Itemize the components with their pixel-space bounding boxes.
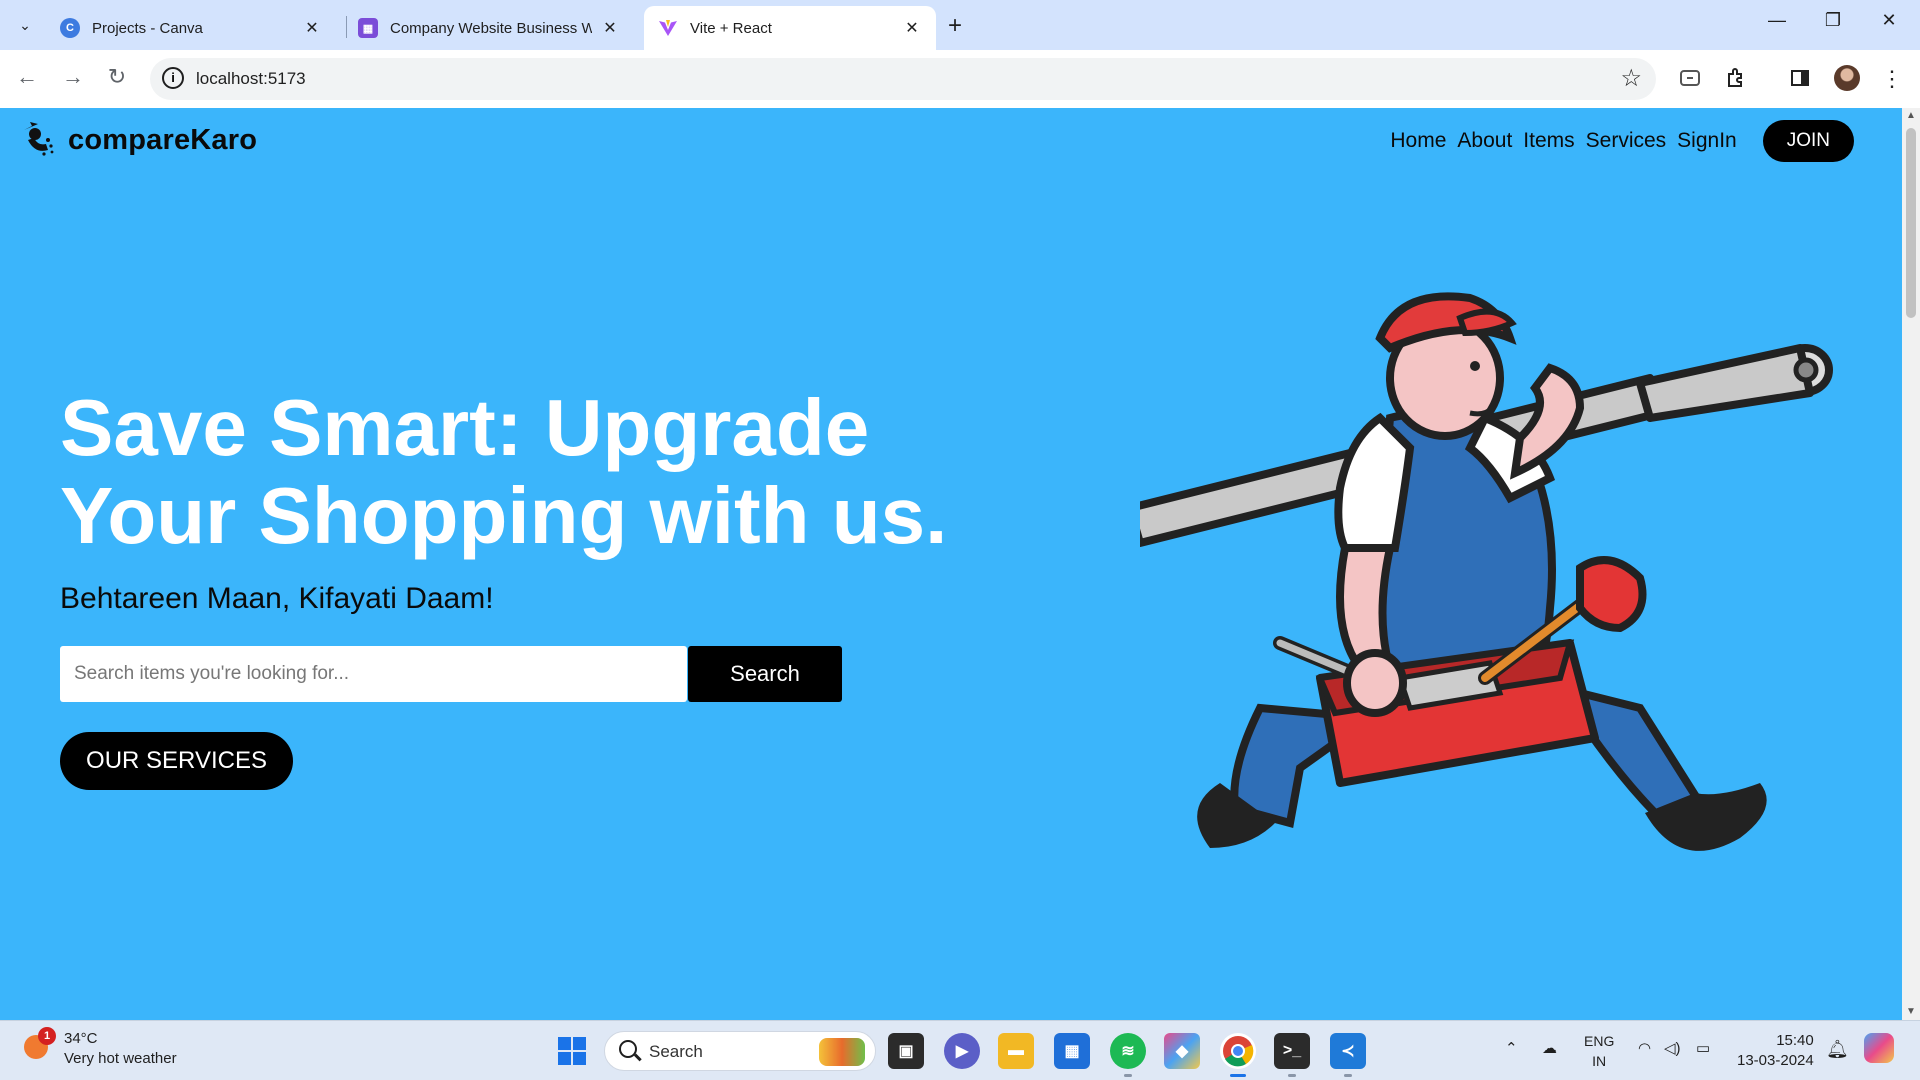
copilot-icon[interactable] bbox=[1864, 1033, 1894, 1063]
hero-title: Save Smart: Upgrade Your Shopping with u… bbox=[60, 384, 960, 560]
url-text[interactable]: localhost:5173 bbox=[196, 69, 306, 89]
canva-icon: C bbox=[60, 18, 80, 38]
windows-start-icon[interactable] bbox=[554, 1033, 590, 1069]
terminal-icon[interactable]: >_ bbox=[1274, 1033, 1310, 1077]
tab-title: Vite + React bbox=[690, 19, 772, 37]
tab-title: Company Website Business We bbox=[390, 19, 592, 37]
search-input[interactable] bbox=[60, 646, 687, 702]
teams-chat-icon[interactable]: ▶ bbox=[944, 1033, 980, 1069]
microsoft-store-icon[interactable]: ▦ bbox=[1054, 1033, 1090, 1069]
show-hidden-icons-chevron-icon[interactable]: ⌃ bbox=[1505, 1039, 1518, 1057]
region-code: IN bbox=[1592, 1053, 1607, 1069]
join-button[interactable]: JOIN bbox=[1762, 120, 1854, 162]
notification-bell-icon[interactable]: 🔔︎ bbox=[1826, 1039, 1849, 1060]
tab-vite-react[interactable]: Vite + React ✕ bbox=[644, 6, 936, 50]
side-panel-icon[interactable] bbox=[1788, 66, 1812, 90]
search-highlight-icon bbox=[819, 1038, 865, 1066]
taskbar-search-label: Search bbox=[649, 1042, 703, 1061]
chrome-icon[interactable] bbox=[1220, 1033, 1256, 1077]
nav-signin[interactable]: SignIn bbox=[1677, 129, 1737, 153]
weather-desc: Very hot weather bbox=[64, 1050, 177, 1067]
reload-icon[interactable]: ↻ bbox=[102, 64, 132, 90]
close-window-icon[interactable]: ✕ bbox=[1874, 10, 1904, 31]
browser-toolbar: ← → ↻ i localhost:5173 ☆ ⋮ bbox=[0, 50, 1920, 108]
search-button[interactable]: Search bbox=[688, 646, 842, 702]
hero-title-line-1: Save Smart: Upgrade bbox=[60, 383, 870, 472]
weather-sun-icon: 1 bbox=[24, 1027, 56, 1059]
language-indicator[interactable]: ENG IN bbox=[1584, 1031, 1614, 1071]
nav-home[interactable]: Home bbox=[1390, 129, 1446, 153]
forward-arrow-icon[interactable]: → bbox=[58, 64, 88, 90]
extension-cast-icon[interactable] bbox=[1678, 66, 1702, 90]
notification-badge: 1 bbox=[38, 1027, 56, 1045]
tab-company-website[interactable]: ▦ Company Website Business We ✕ bbox=[344, 6, 634, 50]
restore-icon[interactable]: ❐ bbox=[1818, 10, 1848, 31]
clock-time: 15:40 bbox=[1776, 1032, 1814, 1049]
close-tab-icon[interactable]: ✕ bbox=[600, 18, 620, 38]
nav-services[interactable]: Services bbox=[1586, 129, 1667, 153]
wifi-icon[interactable]: ◠ bbox=[1638, 1039, 1651, 1057]
browser-tab-strip: ⌄ C Projects - Canva ✕ ▦ Company Website… bbox=[0, 0, 1920, 50]
page-viewport: compareKaro Home About Items Services Si… bbox=[0, 108, 1902, 1020]
windows-taskbar: 1 34°C Very hot weather Search ▣ ▶ ▬ ▦ ≋… bbox=[0, 1020, 1920, 1080]
main-nav: Home About Items Services SignIn JOIN bbox=[1379, 120, 1854, 162]
photos-icon[interactable]: ◆ bbox=[1164, 1033, 1200, 1069]
taskbar-search[interactable]: Search bbox=[604, 1031, 876, 1071]
close-tab-icon[interactable]: ✕ bbox=[302, 18, 322, 38]
page-scrollbar[interactable]: ▲ ▼ bbox=[1902, 108, 1920, 1020]
plumber-illustration bbox=[1140, 292, 1833, 851]
site-logo[interactable]: compareKaro bbox=[18, 120, 257, 160]
nav-about[interactable]: About bbox=[1457, 129, 1512, 153]
back-arrow-icon[interactable]: ← bbox=[12, 64, 42, 90]
site-info-icon[interactable]: i bbox=[162, 67, 184, 89]
vite-icon bbox=[658, 18, 678, 38]
vscode-icon[interactable]: ≺ bbox=[1330, 1033, 1366, 1077]
new-tab-plus-icon[interactable]: + bbox=[948, 12, 962, 40]
weather-temp: 34°C bbox=[64, 1030, 98, 1047]
close-tab-icon[interactable]: ✕ bbox=[902, 18, 922, 38]
more-menu-icon[interactable]: ⋮ bbox=[1880, 66, 1904, 91]
address-bar[interactable]: i localhost:5173 ☆ bbox=[150, 58, 1656, 100]
brand-name: compareKaro bbox=[68, 123, 258, 156]
clock-date: 13-03-2024 bbox=[1737, 1052, 1814, 1069]
onedrive-cloud-icon[interactable]: ☁ bbox=[1542, 1039, 1557, 1057]
battery-icon[interactable]: ▭ bbox=[1696, 1039, 1710, 1057]
tab-search-dropdown-icon[interactable]: ⌄ bbox=[10, 10, 40, 40]
search-icon bbox=[619, 1040, 637, 1058]
weather-widget[interactable]: 1 34°C Very hot weather bbox=[24, 1027, 177, 1069]
plumber-logo-icon bbox=[24, 122, 54, 156]
spotify-icon[interactable]: ≋ bbox=[1110, 1033, 1146, 1077]
task-view-icon[interactable]: ▣ bbox=[888, 1033, 924, 1069]
hero-subtitle: Behtareen Maan, Kifayati Daam! bbox=[60, 582, 494, 615]
profile-avatar[interactable] bbox=[1834, 65, 1860, 91]
language-code: ENG bbox=[1584, 1033, 1615, 1049]
volume-icon[interactable]: ◁) bbox=[1664, 1039, 1681, 1057]
calendar-icon: ▦ bbox=[358, 18, 378, 38]
tab-title: Projects - Canva bbox=[92, 19, 203, 37]
scroll-up-icon[interactable]: ▲ bbox=[1906, 110, 1916, 121]
tab-canva[interactable]: C Projects - Canva ✕ bbox=[46, 6, 336, 50]
file-explorer-icon[interactable]: ▬ bbox=[998, 1033, 1034, 1069]
scrollbar-thumb[interactable] bbox=[1906, 128, 1916, 318]
our-services-button[interactable]: OUR SERVICES bbox=[60, 732, 293, 790]
bookmark-star-icon[interactable]: ☆ bbox=[1620, 64, 1642, 93]
extensions-puzzle-icon[interactable] bbox=[1724, 66, 1748, 90]
hero-title-line-2: Your Shopping with us. bbox=[60, 471, 948, 560]
scroll-down-icon[interactable]: ▼ bbox=[1906, 1006, 1916, 1017]
system-clock[interactable]: 15:40 13-03-2024 bbox=[1737, 1031, 1814, 1071]
nav-items[interactable]: Items bbox=[1523, 129, 1574, 153]
minimize-icon[interactable]: — bbox=[1762, 10, 1792, 31]
